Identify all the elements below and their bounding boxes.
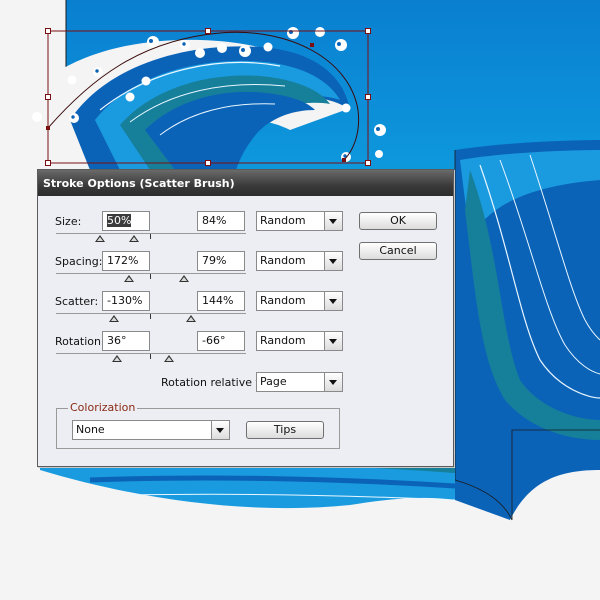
size-slider-min-handle[interactable]: [95, 235, 105, 242]
chevron-down-icon[interactable]: [324, 292, 342, 310]
scatter-slider-track[interactable]: [56, 313, 246, 314]
chevron-down-icon[interactable]: [324, 332, 342, 350]
rotation-min-field[interactable]: 36°: [102, 331, 150, 351]
spacing-slider-center-mark: [150, 274, 151, 279]
scatter-slider-min-handle[interactable]: [109, 315, 119, 322]
colorization-method-select[interactable]: None: [72, 420, 230, 440]
spacing-min-field[interactable]: 172%: [102, 251, 150, 271]
ok-button[interactable]: OK: [359, 212, 437, 230]
spacing-slider-track[interactable]: [56, 273, 246, 274]
rotation-label: Rotation:: [55, 335, 105, 348]
size-slider-track[interactable]: [56, 233, 246, 234]
size-slider-center-mark: [150, 234, 151, 239]
scatter-min-field[interactable]: -130%: [102, 291, 150, 311]
chevron-down-icon[interactable]: [211, 421, 229, 439]
spacing-slider-max-handle[interactable]: [179, 275, 189, 282]
rotation-max-field[interactable]: -66°: [197, 331, 245, 351]
size-min-field[interactable]: 50%: [102, 211, 150, 231]
rotation-mode-select[interactable]: Random: [256, 331, 343, 351]
size-slider-max-handle[interactable]: [129, 235, 139, 242]
rotation-slider-center-mark: [150, 354, 151, 359]
rotation-slider-max-handle[interactable]: [164, 355, 174, 362]
cancel-button[interactable]: Cancel: [359, 242, 437, 260]
stroke-options-dialog: Stroke Options (Scatter Brush) Size: 50%…: [37, 169, 454, 467]
colorization-group: Colorization None Tips: [56, 401, 340, 449]
spacing-label: Spacing:: [55, 255, 103, 268]
rotation-relative-label: Rotation relative to:: [161, 376, 271, 389]
scatter-slider-max-handle[interactable]: [186, 315, 196, 322]
size-label: Size:: [55, 215, 82, 228]
rotation-slider-min-handle[interactable]: [112, 355, 122, 362]
dialog-titlebar[interactable]: Stroke Options (Scatter Brush): [38, 170, 453, 196]
spacing-max-field[interactable]: 79%: [197, 251, 245, 271]
scatter-max-field[interactable]: 144%: [197, 291, 245, 311]
chevron-down-icon[interactable]: [324, 373, 342, 391]
dialog-title: Stroke Options (Scatter Brush): [43, 177, 235, 190]
scatter-mode-select[interactable]: Random: [256, 291, 343, 311]
scatter-slider-center-mark: [150, 314, 151, 319]
scatter-label: Scatter:: [55, 295, 99, 308]
spacing-mode-select[interactable]: Random: [256, 251, 343, 271]
colorization-group-label: Colorization: [68, 401, 138, 414]
spacing-slider-min-handle[interactable]: [124, 275, 134, 282]
tips-button[interactable]: Tips: [246, 421, 324, 439]
rotation-slider-track[interactable]: [56, 353, 246, 354]
chevron-down-icon[interactable]: [324, 252, 342, 270]
size-mode-select[interactable]: Random: [256, 211, 343, 231]
size-max-field[interactable]: 84%: [197, 211, 245, 231]
rotation-relative-select[interactable]: Page: [256, 372, 343, 392]
chevron-down-icon[interactable]: [324, 212, 342, 230]
